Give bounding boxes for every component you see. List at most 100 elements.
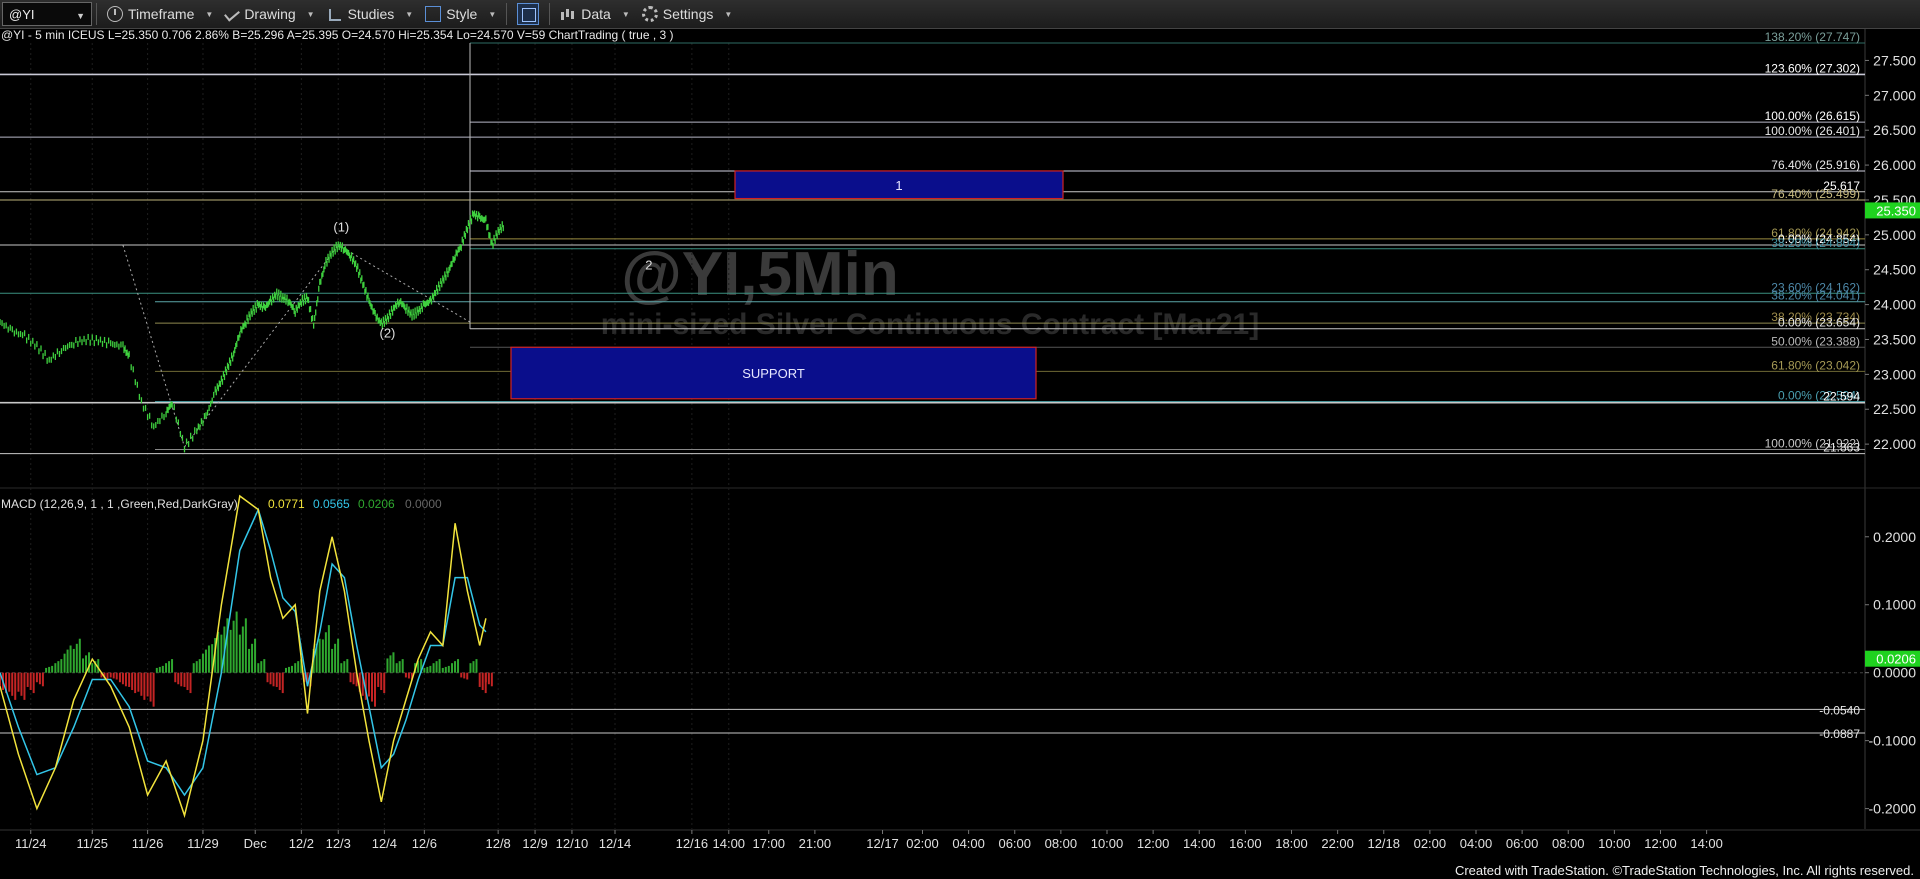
- price-tick-label: 26.000: [1873, 157, 1916, 173]
- time-tick-label: 11/26: [132, 836, 164, 851]
- zone-label: 1: [895, 178, 902, 193]
- macd-ref-label: -0.0887: [1819, 727, 1860, 741]
- fib-level-label: 61.80% (23.042): [1771, 358, 1860, 372]
- price-tick-label: 23.000: [1873, 366, 1916, 382]
- time-tick-label: 12/16: [676, 836, 709, 851]
- layout-button[interactable]: [511, 2, 545, 26]
- timeframe-label: Timeframe: [128, 6, 195, 22]
- time-tick-label: 02:00: [1414, 836, 1447, 851]
- toolbar-divider: [96, 3, 97, 25]
- toolbar-divider: [506, 3, 508, 25]
- studies-icon: [327, 6, 343, 22]
- trendline: [337, 244, 471, 323]
- time-tick-label: 08:00: [1045, 836, 1078, 851]
- price-plot: [0, 210, 504, 453]
- time-tick-label: 06:00: [1506, 836, 1539, 851]
- watermark-description: mini-sized Silver Continuous Contract [M…: [601, 308, 1259, 341]
- time-tick-label: 12/8: [485, 836, 510, 851]
- macd-tick-label: 0.0000: [1873, 665, 1916, 681]
- macd-value: 0.0206: [358, 497, 395, 511]
- time-tick-label: 17:00: [752, 836, 785, 851]
- chart-canvas[interactable]: @YI,5Min mini-sized Silver Continuous Co…: [0, 29, 1920, 861]
- layout-icon: [517, 3, 540, 25]
- last-price-label: 25.350: [1876, 203, 1916, 218]
- symbol-input[interactable]: @YI ▼: [2, 2, 92, 26]
- time-tick-label: 10:00: [1091, 836, 1124, 851]
- time-tick-label: 12/14: [599, 836, 632, 851]
- time-tick-label: 12/4: [372, 836, 397, 851]
- data-label: Data: [581, 6, 611, 22]
- time-tick-label: 10:00: [1598, 836, 1631, 851]
- timeframe-button[interactable]: Timeframe ▼: [101, 2, 219, 26]
- time-tick-label: 12:00: [1644, 836, 1677, 851]
- time-tick-label: 12/17: [866, 836, 899, 851]
- data-button[interactable]: Data ▼: [554, 2, 636, 26]
- style-icon: [425, 6, 442, 22]
- time-tick-label: 14:00: [713, 836, 746, 851]
- fib-level-label: 38.20% (24.804): [1771, 236, 1860, 250]
- wave-label: (2): [380, 325, 396, 340]
- data-icon: [560, 6, 576, 22]
- studies-label: Studies: [347, 6, 395, 22]
- wave-label: 2: [645, 258, 652, 273]
- zone-label: SUPPORT: [742, 366, 805, 381]
- wave-label: (1): [333, 219, 349, 234]
- macd-value: 0.0565: [313, 497, 350, 511]
- time-tick-label: 06:00: [998, 836, 1031, 851]
- fib-level-label: 22.594: [1823, 390, 1860, 404]
- price-axis[interactable]: 27.50027.00026.50026.00025.50025.00024.5…: [1865, 52, 1920, 452]
- time-tick-label: 12:00: [1137, 836, 1170, 851]
- time-tick-label: 14:00: [1690, 836, 1723, 851]
- time-tick-label: 22:00: [1321, 836, 1354, 851]
- pencil-icon: [224, 6, 241, 22]
- price-tick-label: 25.000: [1873, 227, 1916, 243]
- time-tick-label: 14:00: [1183, 836, 1216, 851]
- macd-tick-label: 0.2000: [1873, 529, 1916, 545]
- time-tick-label: 04:00: [1460, 836, 1493, 851]
- price-tick-label: 24.000: [1873, 297, 1916, 313]
- time-tick-label: 11/24: [15, 836, 47, 851]
- drawing-label: Drawing: [244, 6, 296, 22]
- time-tick-label: Dec: [244, 836, 268, 851]
- macd-value: 0.0000: [405, 497, 442, 511]
- time-axis[interactable]: 11/24 11/25 11/26 11/29 Dec 12/2 12/3 12/4 12/6 1…: [15, 830, 1723, 851]
- chevron-down-icon: ▼: [488, 9, 497, 19]
- drawing-button[interactable]: Drawing ▼: [219, 2, 320, 26]
- time-tick-label: 12/2: [289, 836, 314, 851]
- chevron-down-icon: ▼: [621, 9, 630, 19]
- fib-level-label: 76.40% (25.916): [1771, 158, 1860, 172]
- time-tick-label: 12/18: [1367, 836, 1400, 851]
- time-tick-label: 12/9: [522, 836, 547, 851]
- time-tick-label: 11/25: [76, 836, 108, 851]
- macd-tick-label: -0.2000: [1869, 801, 1917, 817]
- chevron-down-icon: ▼: [306, 9, 315, 19]
- price-tick-label: 24.500: [1873, 262, 1916, 278]
- time-tick-label: 21:00: [799, 836, 832, 851]
- time-tick-label: 18:00: [1275, 836, 1308, 851]
- gear-icon: [641, 6, 658, 22]
- style-button[interactable]: Style ▼: [419, 2, 502, 26]
- time-tick-label: 12/6: [412, 836, 437, 851]
- fib-level-label: 100.00% (26.401): [1765, 124, 1860, 138]
- fib-level-label: 0.00% (23.654): [1778, 316, 1860, 330]
- time-tick-label: 16:00: [1229, 836, 1262, 851]
- macd-tick-label: 0.1000: [1873, 597, 1916, 613]
- time-tick-label: 12/3: [326, 836, 351, 851]
- studies-button[interactable]: Studies ▼: [321, 2, 420, 26]
- fib-level-label: 138.20% (27.747): [1765, 30, 1860, 44]
- time-tick-label: 11/29: [187, 836, 219, 851]
- toolbar: @YI ▼ Timeframe ▼ Drawing ▼ Studies ▼ St…: [0, 0, 1920, 29]
- price-tick-label: 22.500: [1873, 401, 1916, 417]
- fib-level-label: 100.00% (26.615): [1765, 109, 1860, 123]
- macd-pane: -0.0540 -0.0887 MACD (12,26,9, 1 , 1 ,Gree…: [0, 494, 1920, 819]
- chevron-down-icon[interactable]: ▼: [76, 11, 85, 21]
- price-tick-label: 27.000: [1873, 87, 1916, 103]
- settings-label: Settings: [662, 6, 714, 22]
- trendline: [184, 245, 339, 448]
- macd-title: MACD (12,26,9, 1 , 1 ,Green,Red,DarkGray…: [1, 497, 238, 511]
- toolbar-divider: [549, 3, 551, 25]
- style-label: Style: [446, 6, 478, 22]
- price-tick-label: 26.500: [1873, 122, 1916, 138]
- symbol-info-line: @YI - 5 min ICEUS L=25.350 0.706 2.86% B…: [1, 29, 674, 42]
- settings-button[interactable]: Settings ▼: [636, 2, 739, 26]
